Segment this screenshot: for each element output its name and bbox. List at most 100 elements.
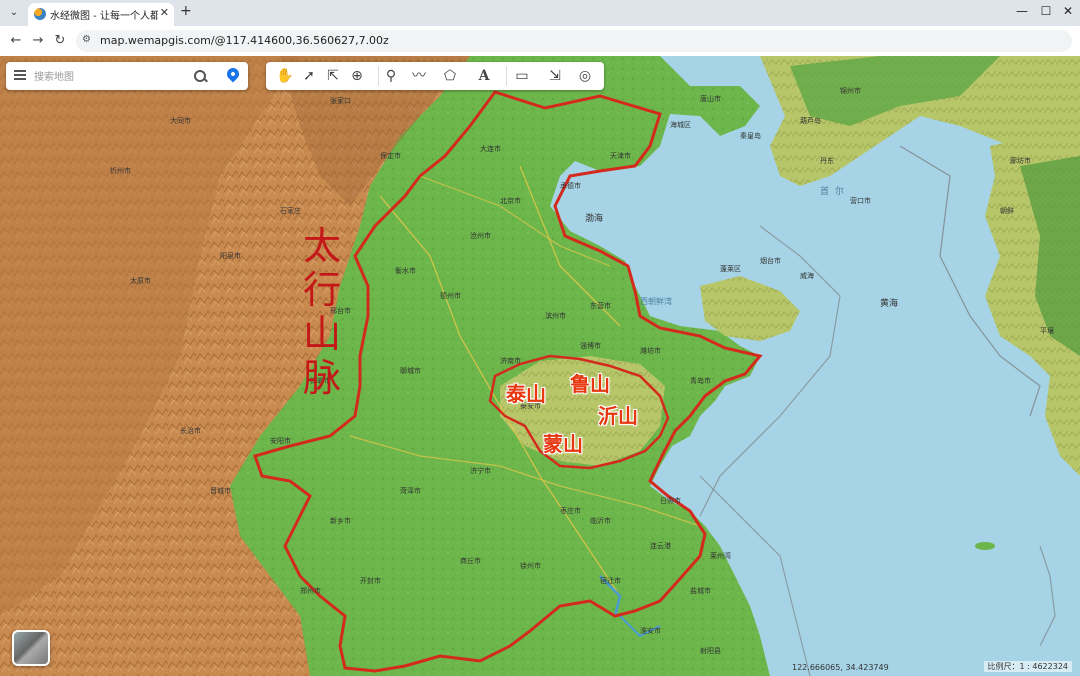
place-label[interactable]: 济南市	[500, 356, 521, 366]
zoom-icon[interactable]: ⊕	[346, 66, 368, 86]
place-label[interactable]: 沧州市	[470, 231, 491, 241]
location-pin-icon[interactable]	[222, 65, 244, 87]
active-tab[interactable]: 水经微图 - 让每一个人都有自己的 ✕	[28, 3, 174, 26]
place-label[interactable]: 连云港	[650, 541, 671, 551]
menu-icon[interactable]	[14, 70, 26, 80]
map-search-box	[6, 62, 248, 90]
place-label[interactable]: 青岛市	[690, 376, 711, 386]
multi-select-icon[interactable]: ⇱	[322, 66, 344, 86]
place-label[interactable]: 西朝鲜湾	[640, 296, 672, 307]
pan-hand-icon[interactable]: ✋	[274, 66, 296, 86]
place-label[interactable]: 郑州市	[300, 586, 321, 596]
polygon-icon[interactable]: ⬠	[436, 66, 464, 86]
place-label[interactable]: 海城区	[670, 120, 691, 130]
place-label[interactable]: 忻州市	[110, 166, 131, 176]
place-label[interactable]: 盐城市	[690, 586, 711, 596]
new-tab-button[interactable]: +	[180, 3, 192, 19]
yishan-label: 沂山	[598, 404, 638, 428]
text-icon[interactable]: A	[472, 66, 496, 86]
place-label[interactable]: 聊城市	[400, 366, 421, 376]
tab-search-button[interactable]: ⌄	[6, 5, 22, 21]
taihang-char: 太	[302, 224, 341, 268]
maximize-button[interactable]: ☐	[1036, 4, 1056, 18]
ruler-icon[interactable]: ▭	[506, 66, 537, 86]
site-info-icon[interactable]: ⚙	[82, 34, 91, 45]
place-label[interactable]: 太原市	[130, 276, 151, 286]
place-label[interactable]: 济宁市	[470, 466, 491, 476]
pointer-icon[interactable]: ⇲	[544, 66, 566, 86]
basemap-switch-button[interactable]	[12, 630, 50, 666]
select-arrow-icon[interactable]: ➚	[298, 66, 320, 86]
place-label[interactable]: 徐州市	[520, 561, 541, 571]
place-label[interactable]: 蓬莱区	[720, 264, 741, 274]
place-label[interactable]: 晋城市	[210, 486, 231, 496]
place-label[interactable]: 衡水市	[395, 266, 416, 276]
place-label[interactable]: 廊坊市	[1010, 156, 1031, 166]
place-label[interactable]: 烟台市	[760, 256, 781, 266]
place-label[interactable]: 北京市	[500, 196, 521, 206]
place-label[interactable]: 射阳县	[700, 646, 721, 656]
taishan-label: 泰山	[506, 382, 546, 406]
place-label[interactable]: 锦州市	[840, 86, 861, 96]
mengshan-label: 蒙山	[543, 432, 583, 456]
place-label[interactable]: 阳泉市	[220, 251, 241, 261]
place-label[interactable]: 唐山市	[700, 94, 721, 104]
url-field[interactable]: ⚙ map.wemapgis.com/@117.414600,36.560627…	[76, 30, 1072, 52]
taihang-char: 脉	[302, 356, 341, 400]
place-label[interactable]: 保定市	[380, 151, 401, 161]
place-label[interactable]: 德州市	[440, 291, 461, 301]
search-input[interactable]	[32, 67, 196, 87]
place-label[interactable]: 菏泽市	[400, 486, 421, 496]
place-label[interactable]: 张家口	[330, 96, 351, 106]
place-label[interactable]: 首尔	[820, 184, 850, 197]
url-text[interactable]: map.wemapgis.com/@117.414600,36.560627,7…	[100, 34, 389, 47]
place-label[interactable]: 开封市	[360, 576, 381, 586]
place-label[interactable]: 威海	[800, 271, 814, 281]
place-label[interactable]: 天津市	[610, 151, 631, 161]
place-label[interactable]: 安阳市	[270, 436, 291, 446]
place-label[interactable]: 临沂市	[590, 516, 611, 526]
tab-title: 水经微图 - 让每一个人都有自己的	[50, 11, 158, 22]
place-label[interactable]: 新乡市	[330, 516, 351, 526]
forward-button[interactable]: →	[30, 33, 46, 48]
place-label[interactable]: 东营市	[590, 301, 611, 311]
place-label[interactable]: 黄海	[880, 296, 898, 309]
place-label[interactable]: 平壤	[1040, 326, 1054, 336]
terrain-map	[0, 56, 1080, 676]
place-label[interactable]: 商丘市	[460, 556, 481, 566]
place-label[interactable]: 大同市	[170, 116, 191, 126]
place-label[interactable]: 长治市	[180, 426, 201, 436]
place-label[interactable]: 丹东	[820, 156, 834, 166]
tab-strip: ⌄ 水经微图 - 让每一个人都有自己的 ✕ + — ☐ ✕	[0, 0, 1080, 26]
tab-close-icon[interactable]: ✕	[160, 6, 169, 19]
place-label[interactable]: 石家庄	[280, 206, 301, 216]
minimize-button[interactable]: —	[1012, 4, 1032, 18]
close-window-button[interactable]: ✕	[1058, 4, 1078, 18]
site-favicon-icon	[34, 8, 46, 20]
place-label[interactable]: 莱州湾	[710, 551, 731, 561]
place-label[interactable]: 潍坊市	[640, 346, 661, 356]
place-label[interactable]: 枣庄市	[560, 506, 581, 516]
place-label[interactable]: 葫芦岛	[800, 116, 821, 126]
place-label[interactable]: 淮安市	[640, 626, 661, 636]
place-label[interactable]: 日照市	[660, 496, 681, 506]
place-label[interactable]: 营口市	[850, 196, 871, 206]
taihang-label: 太 行 山 脉	[300, 224, 344, 400]
place-label[interactable]: 大连市	[480, 144, 501, 154]
polyline-icon[interactable]: 〰	[406, 66, 432, 86]
place-label[interactable]: 朝鲜	[1000, 206, 1014, 216]
search-icon[interactable]	[192, 68, 208, 84]
reload-button[interactable]: ↻	[52, 33, 68, 48]
scale-readout: 比例尺：1 : 4622324	[983, 661, 1072, 672]
back-button[interactable]: ←	[8, 33, 24, 48]
place-label[interactable]: 渤海	[585, 211, 603, 224]
map-canvas[interactable]: 海城区 丹东 朝鲜 渤海 黄海 烟台市 威海 蓬莱区 济南市 石家庄 保定市 邢…	[0, 56, 1080, 676]
place-label[interactable]: 淄博市	[580, 341, 601, 351]
place-label[interactable]: 秦皇岛	[740, 131, 761, 141]
address-bar: ← → ↻ ⚙ map.wemapgis.com/@117.414600,36.…	[0, 26, 1080, 57]
globe-icon[interactable]: ◎	[574, 66, 596, 86]
place-label[interactable]: 宿迁市	[600, 576, 621, 586]
place-label[interactable]: 承德市	[560, 181, 581, 191]
marker-icon[interactable]: ⚲	[378, 66, 403, 86]
place-label[interactable]: 滨州市	[545, 311, 566, 321]
